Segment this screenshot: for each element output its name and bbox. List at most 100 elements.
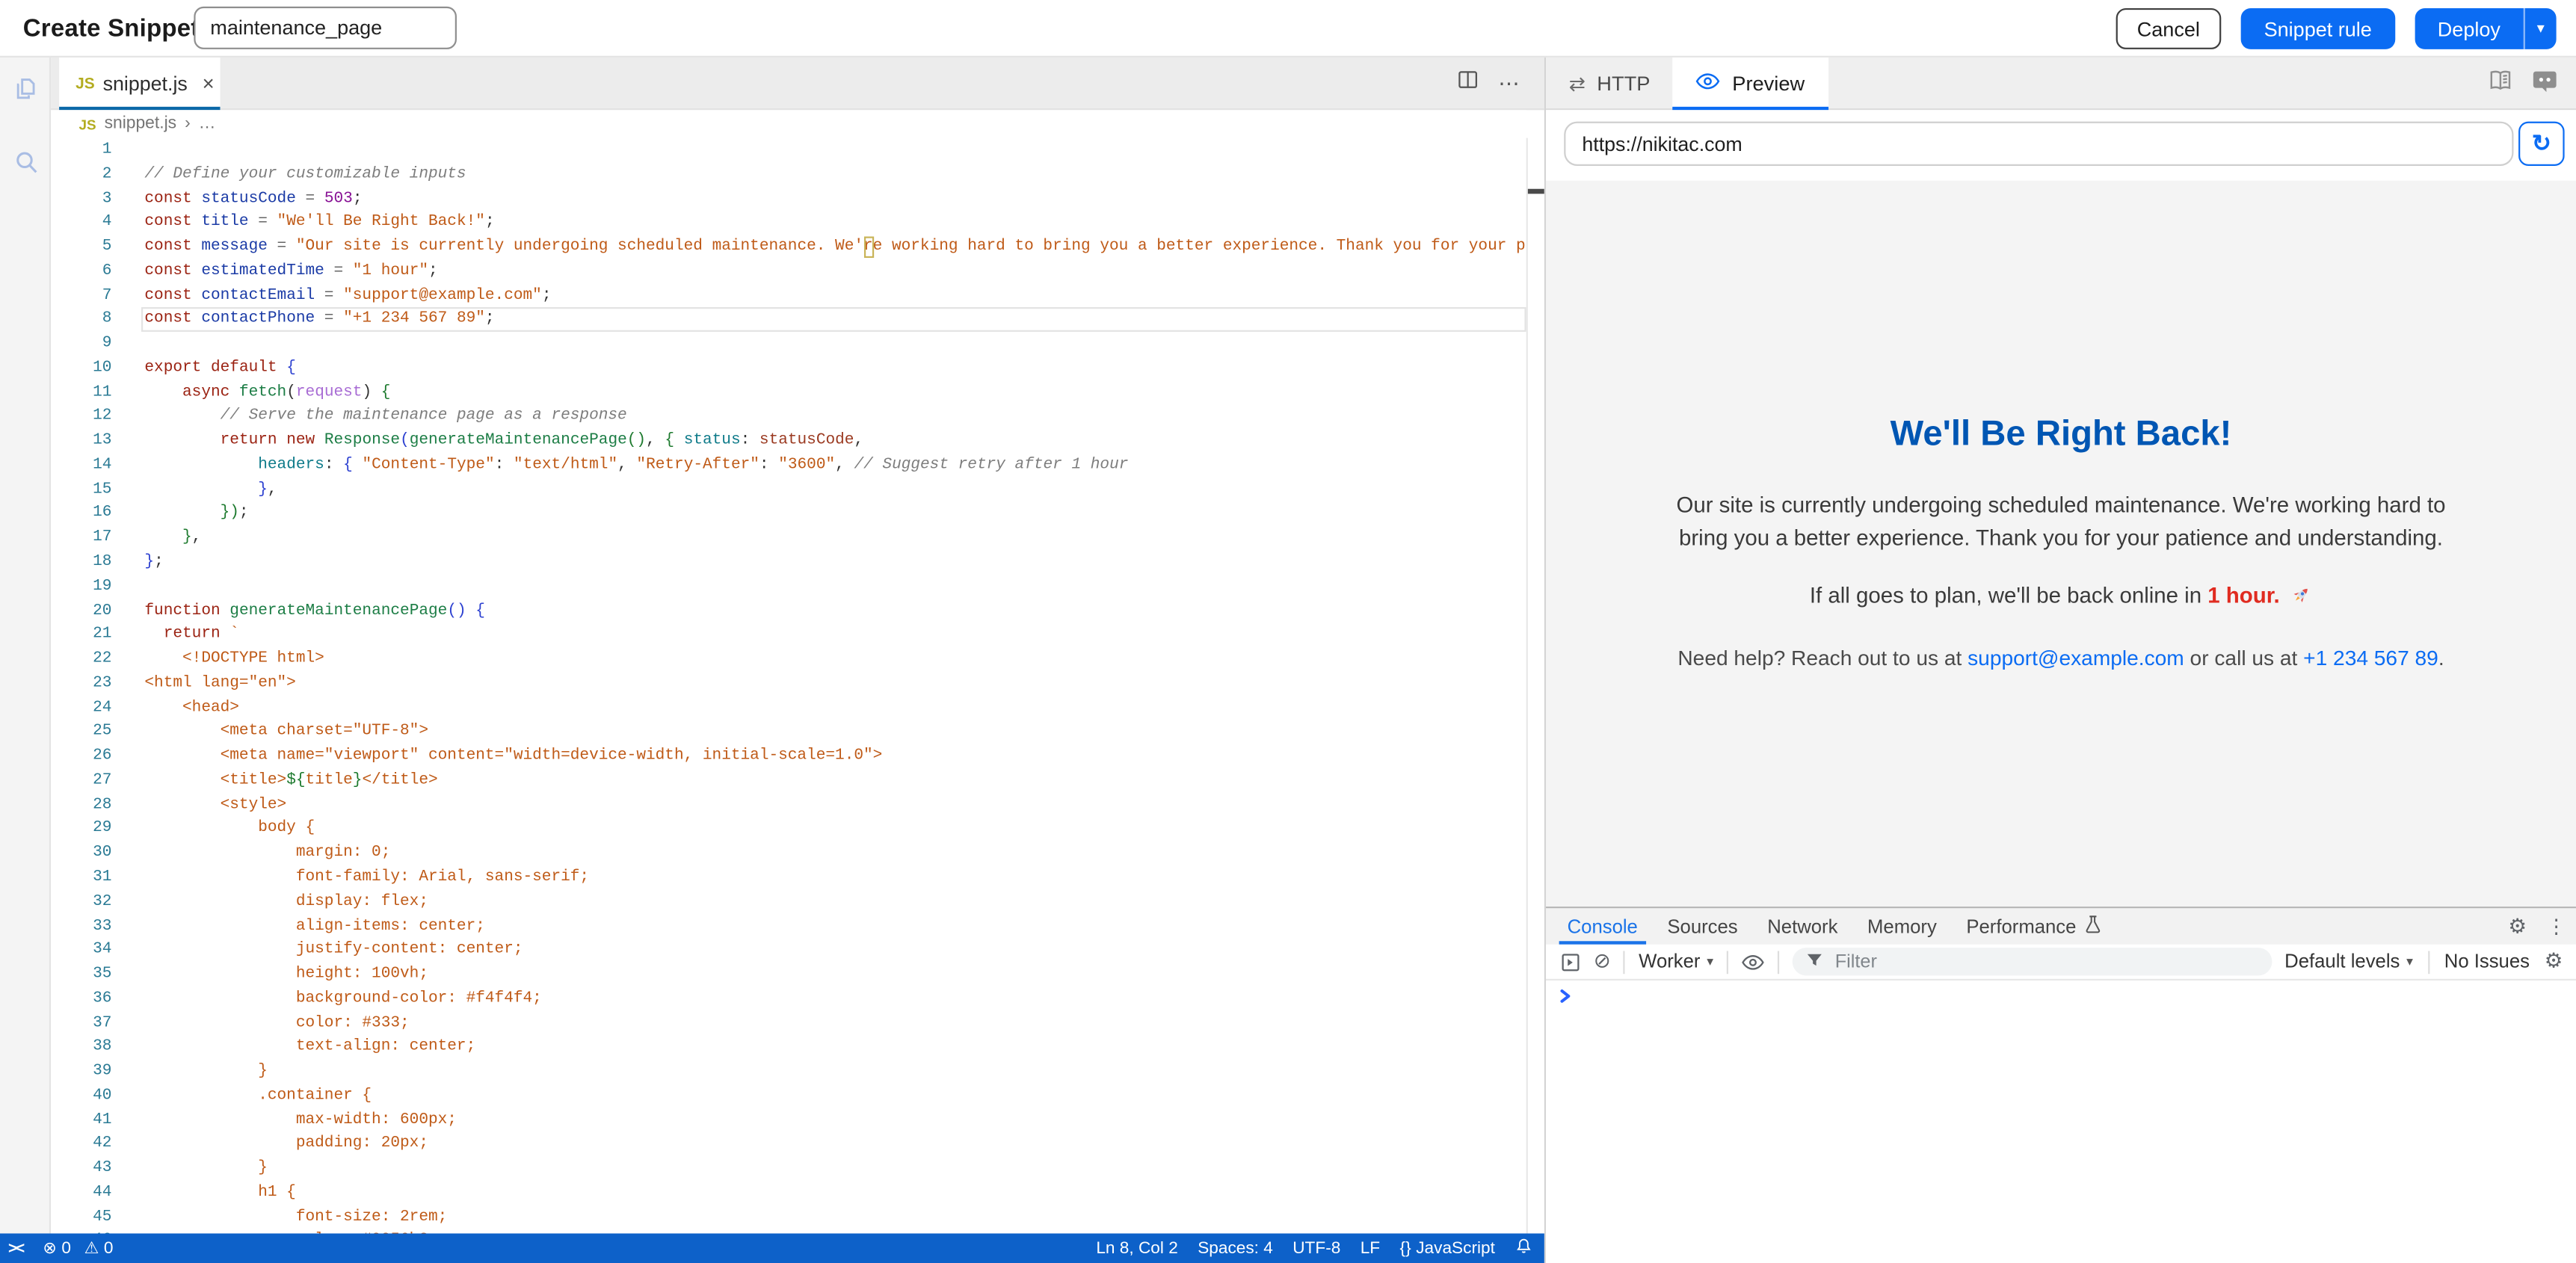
breadcrumb[interactable]: JS snippet.js › … bbox=[51, 110, 1526, 138]
code-line[interactable]: 16 }); bbox=[51, 501, 1526, 525]
breadcrumb-file[interactable]: snippet.js bbox=[105, 115, 176, 133]
code-line[interactable]: 45 font-size: 2rem; bbox=[51, 1205, 1526, 1229]
errors-indicator[interactable]: ⊗ 0 ⚠ 0 bbox=[43, 1239, 113, 1257]
filter-input[interactable] bbox=[1831, 950, 2258, 973]
code-line[interactable]: 34 justify-content: center; bbox=[51, 938, 1526, 962]
code-line[interactable]: 23<html lang="en"> bbox=[51, 672, 1526, 696]
code-line[interactable]: 6const estimatedTime = "1 hour"; bbox=[51, 259, 1526, 283]
code-line[interactable]: 26 <meta name="viewport" content="width=… bbox=[51, 744, 1526, 768]
code-line[interactable]: 19 bbox=[51, 575, 1526, 599]
remote-indicator-icon[interactable]: >< bbox=[8, 1239, 23, 1257]
line-number: 20 bbox=[51, 599, 111, 623]
code-line[interactable]: 24 <head> bbox=[51, 696, 1526, 720]
code-line[interactable]: 29 body { bbox=[51, 817, 1526, 841]
tab-http[interactable]: ⇄ HTTP bbox=[1546, 58, 1673, 108]
eol-type[interactable]: LF bbox=[1361, 1239, 1380, 1257]
devtools-tab-network[interactable]: Network bbox=[1752, 908, 1852, 944]
language-mode[interactable]: {} JavaScript bbox=[1400, 1239, 1495, 1257]
code-line[interactable]: 21 return ` bbox=[51, 623, 1526, 647]
code-line[interactable]: 32 display: flex; bbox=[51, 890, 1526, 914]
worker-context-dropdown[interactable]: Worker ▾ bbox=[1639, 951, 1713, 972]
code-line[interactable]: 20function generateMaintenancePage() { bbox=[51, 599, 1526, 623]
code-line[interactable]: 42 padding: 20px; bbox=[51, 1132, 1526, 1156]
code-line[interactable]: 7const contactEmail = "support@example.c… bbox=[51, 283, 1526, 307]
warning-count: 0 bbox=[104, 1239, 114, 1257]
console-settings-gear-icon[interactable]: ⚙ bbox=[2545, 951, 2563, 972]
snippet-name-input[interactable] bbox=[194, 7, 457, 49]
code-line[interactable]: 38 text-align: center; bbox=[51, 1035, 1526, 1059]
code-line[interactable]: 22 <!DOCTYPE html> bbox=[51, 647, 1526, 671]
indentation[interactable]: Spaces: 4 bbox=[1198, 1239, 1273, 1257]
code-line[interactable]: 37 color: #333; bbox=[51, 1011, 1526, 1035]
devtools-settings-gear-icon[interactable]: ⚙ bbox=[2508, 916, 2527, 936]
code-line[interactable]: 11 async fetch(request) { bbox=[51, 380, 1526, 404]
code-line[interactable]: 39 } bbox=[51, 1060, 1526, 1084]
console-filter[interactable] bbox=[1793, 948, 2272, 975]
code-editor[interactable]: 12// Define your customizable inputs3con… bbox=[51, 138, 1526, 1234]
code-line[interactable]: 25 <meta charset="UTF-8"> bbox=[51, 720, 1526, 744]
refresh-button[interactable]: ↻ bbox=[2518, 122, 2565, 166]
snippet-rule-button[interactable]: Snippet rule bbox=[2241, 8, 2395, 49]
editor-tabstrip: JS snippet.js × ⋯ bbox=[51, 58, 1544, 110]
code-line[interactable]: 12 // Serve the maintenance page as a re… bbox=[51, 405, 1526, 429]
code-line[interactable]: 14 headers: { "Content-Type": "text/html… bbox=[51, 453, 1526, 477]
console-sidebar-toggle-icon[interactable] bbox=[1561, 952, 1580, 972]
code-line[interactable]: 43 } bbox=[51, 1157, 1526, 1181]
devtools-tab-performance[interactable]: Performance bbox=[1952, 908, 2116, 944]
tab-snippet-js[interactable]: JS snippet.js × bbox=[59, 58, 220, 110]
url-input[interactable] bbox=[1564, 122, 2513, 166]
code-line[interactable]: 28 <style> bbox=[51, 793, 1526, 817]
code-line[interactable]: 15 }, bbox=[51, 478, 1526, 501]
code-line[interactable]: 13 return new Response(generateMaintenan… bbox=[51, 429, 1526, 453]
code-line[interactable]: 4const title = "We'll Be Right Back!"; bbox=[51, 211, 1526, 235]
code-line[interactable]: 10export default { bbox=[51, 356, 1526, 380]
code-line[interactable]: 44 h1 { bbox=[51, 1181, 1526, 1205]
close-tab-icon[interactable]: × bbox=[203, 73, 215, 93]
deploy-button[interactable]: Deploy bbox=[2415, 8, 2524, 49]
code-line[interactable]: 2// Define your customizable inputs bbox=[51, 162, 1526, 186]
code-line[interactable]: 33 align-items: center; bbox=[51, 914, 1526, 938]
line-number: 6 bbox=[51, 259, 111, 283]
chevron-right-icon: › bbox=[185, 115, 191, 133]
code-line[interactable]: 40 .container { bbox=[51, 1084, 1526, 1108]
discord-icon[interactable] bbox=[2532, 68, 2558, 99]
code-line[interactable]: 31 font-family: Arial, sans-serif; bbox=[51, 865, 1526, 889]
docs-book-icon[interactable] bbox=[2487, 68, 2513, 99]
code-line[interactable]: 27 <title>${title}</title> bbox=[51, 768, 1526, 792]
code-line[interactable]: 9 bbox=[51, 332, 1526, 356]
encoding[interactable]: UTF-8 bbox=[1292, 1239, 1340, 1257]
code-line[interactable]: 41 max-width: 600px; bbox=[51, 1108, 1526, 1132]
code-line[interactable]: 1 bbox=[51, 138, 1526, 162]
breadcrumb-more[interactable]: … bbox=[199, 115, 216, 133]
tab-preview[interactable]: Preview bbox=[1673, 58, 1828, 108]
email-link[interactable]: support@example.com bbox=[1968, 645, 2184, 670]
code-line[interactable]: 8const contactPhone = "+1 234 567 89"; bbox=[51, 308, 1526, 332]
code-line[interactable]: 5const message = "Our site is currently … bbox=[51, 235, 1526, 259]
files-icon[interactable] bbox=[11, 74, 41, 112]
clear-console-icon[interactable]: ⊘ bbox=[1594, 951, 1611, 972]
code-line[interactable]: 18}; bbox=[51, 550, 1526, 574]
phone-link[interactable]: +1 234 567 89 bbox=[2303, 645, 2438, 670]
split-editor-icon[interactable] bbox=[1457, 69, 1479, 99]
deploy-dropdown-button[interactable]: ▾ bbox=[2525, 8, 2557, 49]
editor-scrollbar[interactable] bbox=[1526, 138, 1544, 1234]
code-line[interactable]: 30 margin: 0; bbox=[51, 842, 1526, 865]
issues-counter[interactable]: No Issues bbox=[2444, 951, 2530, 972]
cursor-position[interactable]: Ln 8, Col 2 bbox=[1096, 1239, 1177, 1257]
more-actions-icon[interactable]: ⋯ bbox=[1498, 71, 1521, 97]
console-prompt-row[interactable] bbox=[1546, 981, 2576, 1013]
code-line[interactable]: 17 }, bbox=[51, 526, 1526, 550]
devtools-tab-sources[interactable]: Sources bbox=[1653, 908, 1753, 944]
devtools-tab-console[interactable]: Console bbox=[1553, 908, 1653, 944]
cancel-button[interactable]: Cancel bbox=[2116, 8, 2221, 49]
log-levels-dropdown[interactable]: Default levels ▾ bbox=[2284, 951, 2413, 972]
code-line[interactable]: 35 height: 100vh; bbox=[51, 963, 1526, 986]
devtools-tab-memory[interactable]: Memory bbox=[1852, 908, 1951, 944]
devtools-kebab-menu-icon[interactable]: ⋮ bbox=[2546, 916, 2566, 936]
search-icon[interactable] bbox=[11, 148, 41, 186]
notifications-bell-icon[interactable] bbox=[1515, 1237, 1532, 1260]
code-line[interactable]: 3const statusCode = 503; bbox=[51, 187, 1526, 211]
line-number: 44 bbox=[51, 1181, 111, 1205]
code-line[interactable]: 36 background-color: #f4f4f4; bbox=[51, 986, 1526, 1010]
live-expression-eye-icon[interactable] bbox=[1741, 954, 1764, 970]
